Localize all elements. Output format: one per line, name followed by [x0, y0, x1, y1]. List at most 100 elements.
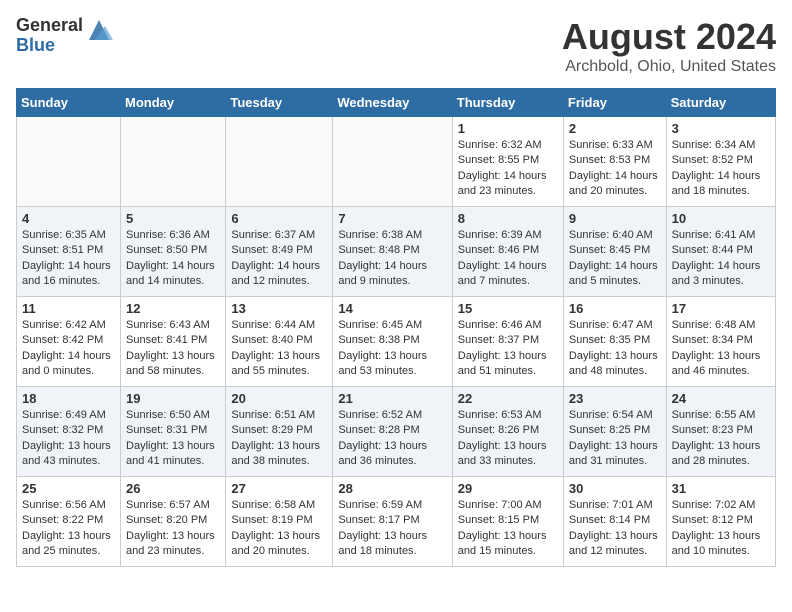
day-info: Sunrise: 6:32 AM Sunset: 8:55 PM Dayligh…	[458, 138, 558, 200]
calendar-week-1: 1Sunrise: 6:32 AM Sunset: 8:55 PM Daylig…	[17, 117, 776, 207]
day-number: 9	[569, 211, 661, 226]
day-info: Sunrise: 6:49 AM Sunset: 8:32 PM Dayligh…	[22, 408, 115, 470]
calendar-cell: 10 Sunrise: 6:41 AM Sunset: 8:44 PM Dayli…	[666, 207, 775, 297]
calendar-cell	[17, 117, 121, 207]
day-number: 28	[338, 481, 446, 496]
calendar-cell: 31Sunrise: 7:02 AM Sunset: 8:12 PM Dayli…	[666, 477, 775, 567]
day-info: Sunrise: 6:47 AM Sunset: 8:35 PM Dayligh…	[569, 318, 661, 380]
logo: General Blue	[16, 16, 113, 56]
day-info: Sunrise: 6:38 AM Sunset: 8:48 PM Dayligh…	[338, 228, 446, 290]
day-info: Sunrise: 6:37 AM Sunset: 8:49 PM Dayligh…	[231, 228, 327, 290]
day-info: Sunrise: 6:41 AM Sunset: 8:44 PM Dayligh…	[672, 228, 770, 290]
day-info: Sunrise: 6:57 AM Sunset: 8:20 PM Dayligh…	[126, 498, 220, 560]
day-info: Sunrise: 6:33 AM Sunset: 8:53 PM Dayligh…	[569, 138, 661, 200]
calendar-cell: 7 Sunrise: 6:38 AM Sunset: 8:48 PM Daylig…	[333, 207, 452, 297]
calendar-header-row: SundayMondayTuesdayWednesdayThursdayFrid…	[17, 89, 776, 117]
day-number: 21	[338, 391, 446, 406]
main-title: August 2024	[562, 16, 776, 58]
day-info: Sunrise: 6:53 AM Sunset: 8:26 PM Dayligh…	[458, 408, 558, 470]
header-sunday: Sunday	[17, 89, 121, 117]
day-info: Sunrise: 7:00 AM Sunset: 8:15 PM Dayligh…	[458, 498, 558, 560]
day-info: Sunrise: 6:40 AM Sunset: 8:45 PM Dayligh…	[569, 228, 661, 290]
day-number: 8	[458, 211, 558, 226]
calendar-cell: 30Sunrise: 7:01 AM Sunset: 8:14 PM Dayli…	[563, 477, 666, 567]
day-number: 19	[126, 391, 220, 406]
calendar-cell: 14 Sunrise: 6:45 AM Sunset: 8:38 PM Dayli…	[333, 297, 452, 387]
day-info: Sunrise: 6:34 AM Sunset: 8:52 PM Dayligh…	[672, 138, 770, 200]
day-number: 26	[126, 481, 220, 496]
day-info: Sunrise: 6:39 AM Sunset: 8:46 PM Dayligh…	[458, 228, 558, 290]
header-wednesday: Wednesday	[333, 89, 452, 117]
day-number: 29	[458, 481, 558, 496]
day-number: 10	[672, 211, 770, 226]
calendar-cell: 5 Sunrise: 6:36 AM Sunset: 8:50 PM Daylig…	[121, 207, 226, 297]
title-area: August 2024 Archbold, Ohio, United State…	[562, 16, 776, 76]
day-number: 18	[22, 391, 115, 406]
calendar-cell: 18 Sunrise: 6:49 AM Sunset: 8:32 PM Dayli…	[17, 387, 121, 477]
day-info: Sunrise: 7:01 AM Sunset: 8:14 PM Dayligh…	[569, 498, 661, 560]
calendar-cell: 27Sunrise: 6:58 AM Sunset: 8:19 PM Dayli…	[226, 477, 333, 567]
logo-general-text: General	[16, 15, 83, 35]
calendar-cell: 21Sunrise: 6:52 AM Sunset: 8:28 PM Dayli…	[333, 387, 452, 477]
day-number: 4	[22, 211, 115, 226]
calendar-table: SundayMondayTuesdayWednesdayThursdayFrid…	[16, 88, 776, 567]
day-info: Sunrise: 6:45 AM Sunset: 8:38 PM Dayligh…	[338, 318, 446, 380]
day-info: Sunrise: 6:42 AM Sunset: 8:42 PM Dayligh…	[22, 318, 115, 380]
day-info: Sunrise: 6:55 AM Sunset: 8:23 PM Dayligh…	[672, 408, 770, 470]
day-info: Sunrise: 6:44 AM Sunset: 8:40 PM Dayligh…	[231, 318, 327, 380]
day-number: 6	[231, 211, 327, 226]
day-number: 11	[22, 301, 115, 316]
page-header: General Blue August 2024 Archbold, Ohio,…	[16, 16, 776, 76]
header-tuesday: Tuesday	[226, 89, 333, 117]
day-number: 15	[458, 301, 558, 316]
day-info: Sunrise: 6:43 AM Sunset: 8:41 PM Dayligh…	[126, 318, 220, 380]
calendar-cell: 2Sunrise: 6:33 AM Sunset: 8:53 PM Daylig…	[563, 117, 666, 207]
calendar-cell: 13 Sunrise: 6:44 AM Sunset: 8:40 PM Dayli…	[226, 297, 333, 387]
day-info: Sunrise: 6:54 AM Sunset: 8:25 PM Dayligh…	[569, 408, 661, 470]
logo-icon	[85, 16, 113, 44]
day-number: 17	[672, 301, 770, 316]
subtitle: Archbold, Ohio, United States	[562, 58, 776, 76]
calendar-cell: 1Sunrise: 6:32 AM Sunset: 8:55 PM Daylig…	[452, 117, 563, 207]
calendar-cell: 23 Sunrise: 6:54 AM Sunset: 8:25 PM Dayli…	[563, 387, 666, 477]
calendar-cell	[333, 117, 452, 207]
calendar-cell	[226, 117, 333, 207]
header-saturday: Saturday	[666, 89, 775, 117]
logo-blue-text: Blue	[16, 35, 55, 55]
calendar-cell: 12 Sunrise: 6:43 AM Sunset: 8:41 PM Dayli…	[121, 297, 226, 387]
calendar-week-3: 11 Sunrise: 6:42 AM Sunset: 8:42 PM Dayli…	[17, 297, 776, 387]
day-number: 22	[458, 391, 558, 406]
day-info: Sunrise: 6:36 AM Sunset: 8:50 PM Dayligh…	[126, 228, 220, 290]
calendar-cell: 9 Sunrise: 6:40 AM Sunset: 8:45 PM Daylig…	[563, 207, 666, 297]
day-info: Sunrise: 6:59 AM Sunset: 8:17 PM Dayligh…	[338, 498, 446, 560]
calendar-cell: 17Sunrise: 6:48 AM Sunset: 8:34 PM Dayli…	[666, 297, 775, 387]
calendar-cell: 22 Sunrise: 6:53 AM Sunset: 8:26 PM Dayli…	[452, 387, 563, 477]
day-info: Sunrise: 6:58 AM Sunset: 8:19 PM Dayligh…	[231, 498, 327, 560]
day-number: 5	[126, 211, 220, 226]
calendar-cell: 24 Sunrise: 6:55 AM Sunset: 8:23 PM Dayli…	[666, 387, 775, 477]
day-number: 16	[569, 301, 661, 316]
calendar-cell: 8 Sunrise: 6:39 AM Sunset: 8:46 PM Daylig…	[452, 207, 563, 297]
calendar-cell: 19 Sunrise: 6:50 AM Sunset: 8:31 PM Dayli…	[121, 387, 226, 477]
day-number: 24	[672, 391, 770, 406]
calendar-week-5: 25Sunrise: 6:56 AM Sunset: 8:22 PM Dayli…	[17, 477, 776, 567]
day-number: 13	[231, 301, 327, 316]
day-number: 7	[338, 211, 446, 226]
day-info: Sunrise: 6:35 AM Sunset: 8:51 PM Dayligh…	[22, 228, 115, 290]
header-thursday: Thursday	[452, 89, 563, 117]
day-number: 14	[338, 301, 446, 316]
day-number: 23	[569, 391, 661, 406]
calendar-cell: 20Sunrise: 6:51 AM Sunset: 8:29 PM Dayli…	[226, 387, 333, 477]
calendar-cell: 28 Sunrise: 6:59 AM Sunset: 8:17 PM Dayli…	[333, 477, 452, 567]
day-info: Sunrise: 6:56 AM Sunset: 8:22 PM Dayligh…	[22, 498, 115, 560]
day-info: Sunrise: 6:50 AM Sunset: 8:31 PM Dayligh…	[126, 408, 220, 470]
calendar-cell	[121, 117, 226, 207]
calendar-cell: 25Sunrise: 6:56 AM Sunset: 8:22 PM Dayli…	[17, 477, 121, 567]
day-number: 20	[231, 391, 327, 406]
day-number: 3	[672, 121, 770, 136]
calendar-cell: 11 Sunrise: 6:42 AM Sunset: 8:42 PM Dayli…	[17, 297, 121, 387]
calendar-week-2: 4 Sunrise: 6:35 AM Sunset: 8:51 PM Daylig…	[17, 207, 776, 297]
calendar-cell: 29 Sunrise: 7:00 AM Sunset: 8:15 PM Dayli…	[452, 477, 563, 567]
day-number: 12	[126, 301, 220, 316]
calendar-cell: 3 Sunrise: 6:34 AM Sunset: 8:52 PM Daylig…	[666, 117, 775, 207]
